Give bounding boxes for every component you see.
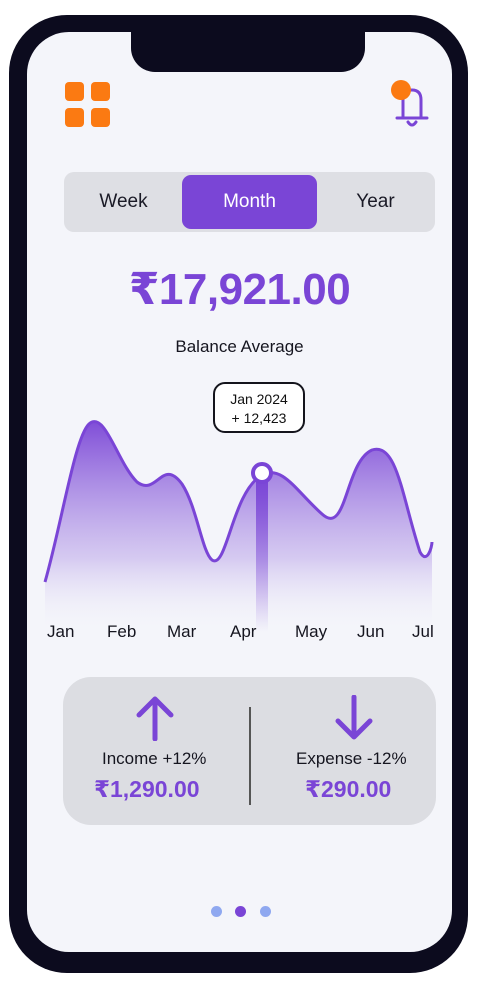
phone-frame: Week Month Year ₹17,921.00 Balance Avera… — [9, 15, 468, 973]
chart-tooltip: Jan 2024 + 12,423 — [213, 382, 305, 433]
expense-value: ₹290.00 — [305, 776, 392, 802]
month-label: Mar — [167, 622, 197, 641]
grid-cell — [91, 82, 110, 101]
phone-notch — [131, 32, 365, 72]
month-label: Jun — [357, 622, 385, 641]
month-label: Jul — [412, 622, 434, 641]
month-label: Apr — [230, 622, 257, 641]
chart-marker[interactable] — [251, 462, 273, 484]
month-axis: Jan Feb Mar Apr May Jun Jul — [27, 622, 452, 644]
chart-area — [45, 421, 432, 632]
income-value: ₹1,290.00 — [94, 776, 200, 802]
period-selector: Week Month Year — [64, 172, 435, 232]
month-label: May — [295, 622, 328, 641]
expense-label: Expense -12% — [296, 749, 407, 768]
page-indicator — [27, 906, 452, 920]
month-label: Jan — [47, 622, 75, 641]
tab-month[interactable]: Month — [182, 175, 317, 229]
arrow-up-icon — [136, 696, 174, 741]
tab-week[interactable]: Week — [67, 175, 180, 229]
tooltip-value: + 12,423 — [231, 410, 287, 426]
grid-icon[interactable] — [65, 82, 113, 130]
page-dot[interactable] — [260, 906, 271, 917]
tooltip-title: Jan 2024 — [230, 391, 288, 407]
page-dot[interactable] — [211, 906, 222, 917]
app-screen: Week Month Year ₹17,921.00 Balance Avera… — [27, 32, 452, 952]
grid-cell — [91, 108, 110, 127]
summary-card: Income +12% ₹1,290.00 Expense -12% ₹290.… — [63, 677, 436, 825]
income-label: Income +12% — [102, 749, 207, 768]
month-label: Feb — [107, 622, 137, 641]
balance-amount: ₹17,921.00 — [128, 265, 351, 314]
grid-cell — [65, 108, 84, 127]
page-dot-active[interactable] — [235, 906, 246, 917]
balance-label: Balance Average — [175, 337, 304, 356]
bell-icon[interactable] — [389, 78, 435, 130]
arrow-down-icon — [335, 695, 373, 740]
highlight-bar — [256, 477, 268, 632]
grid-cell — [65, 82, 84, 101]
card-divider — [249, 707, 251, 805]
tab-year[interactable]: Year — [319, 175, 432, 229]
notification-dot — [391, 80, 411, 100]
